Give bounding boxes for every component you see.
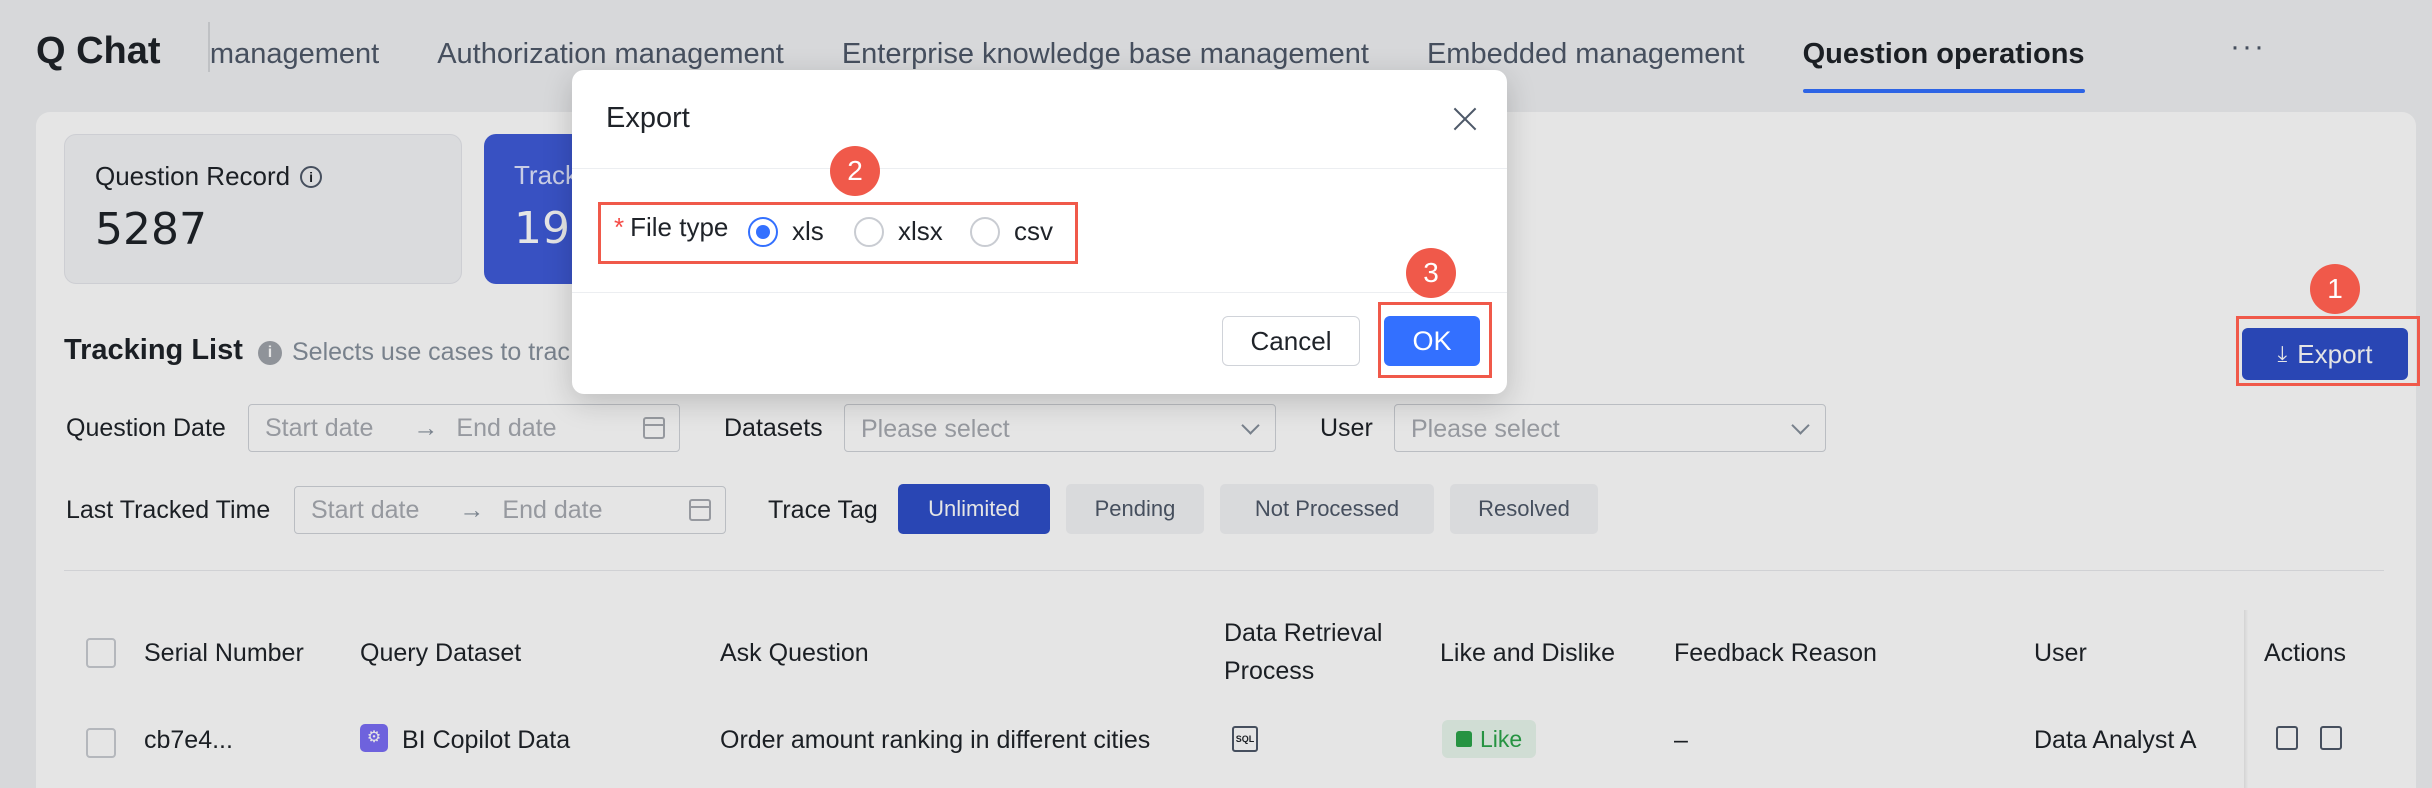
highlight-export-button — [2236, 316, 2420, 386]
dialog-footer-divider — [572, 292, 1507, 293]
step-badge-2: 2 — [830, 146, 880, 196]
close-icon[interactable] — [1450, 104, 1480, 134]
cancel-button[interactable]: Cancel — [1222, 316, 1360, 366]
step-badge-1: 1 — [2310, 264, 2360, 314]
highlight-file-type — [598, 202, 1078, 264]
highlight-ok-button — [1378, 302, 1492, 378]
dialog-title: Export — [606, 102, 690, 134]
dialog-header-divider — [572, 168, 1507, 169]
step-badge-3: 3 — [1406, 248, 1456, 298]
